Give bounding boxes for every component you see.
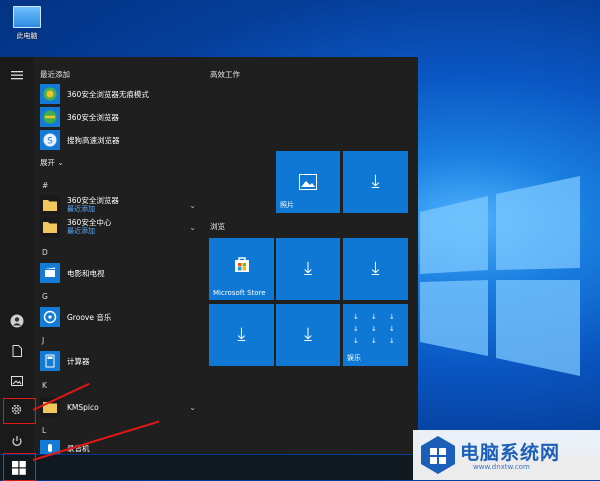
watermark: 电脑系统网 www.dnxtw.com <box>413 430 600 480</box>
group-letter[interactable]: # <box>42 181 48 190</box>
power-icon[interactable] <box>8 432 25 449</box>
app-360-browser-folder[interactable]: 360安全浏览器 最近添加 ⌄ <box>40 195 200 215</box>
tile-entertainment[interactable]: ↓ ↓ ↓ ↓ ↓ ↓ ↓ ↓ ↓ 娱乐 <box>343 304 408 366</box>
tiles-area: 高效工作 照片 ⤓ 浏览 Microsoft Store ⤓ ⤓ ⤓ ⤓ ↓ ↓ ↓… <box>200 57 418 454</box>
computer-icon <box>13 6 41 28</box>
tile-label: Microsoft Store <box>213 289 266 297</box>
documents-icon[interactable] <box>8 342 25 359</box>
360-browser-icon <box>40 107 60 127</box>
app-label: 搜狗高速浏览器 <box>67 135 120 145</box>
tile-download-4[interactable]: ⤓ <box>209 304 274 366</box>
desktop-icon-label: 此电脑 <box>16 32 38 40</box>
tile-download-1[interactable]: ⤓ <box>343 151 408 213</box>
app-label: KMSpico <box>67 402 99 412</box>
hamburger-menu-icon[interactable] <box>8 66 25 83</box>
tile-download-5[interactable]: ⤓ <box>276 304 340 366</box>
recent-header: 最近添加 <box>40 70 70 79</box>
tile-label: 照片 <box>280 201 294 209</box>
chevron-down-icon: ⌄ <box>189 200 196 210</box>
svg-text:↓: ↓ <box>371 337 377 345</box>
svg-text:S: S <box>47 137 53 147</box>
download-icon: ⤓ <box>237 324 246 345</box>
app-360-security-folder[interactable]: 360安全中心 最近添加 ⌄ <box>40 217 200 237</box>
tile-microsoft-store[interactable]: Microsoft Store <box>209 238 274 300</box>
download-icon: ⤓ <box>304 324 312 345</box>
expand-toggle[interactable]: 展开 ⌄ <box>40 157 64 168</box>
chevron-down-icon: ⌄ <box>57 158 64 167</box>
app-sublabel: 最近添加 <box>67 205 95 213</box>
pictures-icon[interactable] <box>8 372 25 389</box>
app-sogou[interactable]: S 搜狗高速浏览器 <box>40 130 200 150</box>
app-360-browser-recent[interactable]: 360安全浏览器 <box>40 107 200 127</box>
folder-icon <box>40 195 60 215</box>
tile-download-3[interactable]: ⤓ <box>343 238 408 300</box>
expand-label: 展开 <box>40 158 55 167</box>
calculator-icon <box>40 351 60 371</box>
svg-text:↓: ↓ <box>353 325 359 333</box>
tile-photos[interactable]: 照片 <box>276 151 340 213</box>
app-list: 最近添加 360安全浏览器无痕模式 360安全浏览器 S 搜狗高速浏览器 展开 … <box>34 57 200 454</box>
download-icon: ⤓ <box>304 258 312 279</box>
app-groove[interactable]: Groove 音乐 <box>40 307 200 327</box>
start-rail <box>0 57 33 454</box>
tile-group-title: 高效工作 <box>210 70 240 79</box>
app-label: Groove 音乐 <box>67 312 112 322</box>
svg-text:↓: ↓ <box>389 313 395 321</box>
wallpaper-logo <box>420 176 580 376</box>
svg-text:↓: ↓ <box>371 325 377 333</box>
photos-icon <box>299 174 317 190</box>
svg-text:↓: ↓ <box>371 313 377 321</box>
folder-icon <box>40 217 60 237</box>
app-calculator[interactable]: 计算器 <box>40 351 200 371</box>
store-bag-icon <box>234 257 249 273</box>
360-private-icon <box>40 84 60 104</box>
chevron-down-icon: ⌄ <box>189 222 196 232</box>
app-label: 电影和电视 <box>67 268 105 278</box>
app-recorder[interactable]: 录音机 <box>40 440 200 454</box>
app-kmspico-folder[interactable]: KMSpico ⌄ <box>40 397 200 417</box>
app-label: 360安全浏览器无痕模式 <box>67 89 149 99</box>
svg-text:↓: ↓ <box>353 313 359 321</box>
groove-icon <box>40 307 60 327</box>
sogou-icon: S <box>40 130 60 150</box>
download-icon: ⤓ <box>371 171 380 192</box>
film-icon <box>40 263 60 283</box>
svg-text:↓: ↓ <box>389 337 395 345</box>
app-label: 计算器 <box>67 356 90 366</box>
user-avatar-icon[interactable] <box>8 312 25 329</box>
app-sublabel: 最近添加 <box>67 227 95 235</box>
tile-download-2[interactable]: ⤓ <box>276 238 340 300</box>
download-icon: ⤓ <box>371 258 380 279</box>
app-label: 360安全浏览器 <box>67 196 119 205</box>
settings-highlight-box <box>3 398 36 424</box>
app-label: 360安全中心 <box>67 218 112 227</box>
app-movies-tv[interactable]: 电影和电视 <box>40 263 200 283</box>
start-highlight-box <box>3 453 36 481</box>
app-360-private[interactable]: 360安全浏览器无痕模式 <box>40 84 200 104</box>
mini-download-grid-icon: ↓ ↓ ↓ ↓ ↓ ↓ ↓ ↓ ↓ <box>353 313 395 345</box>
tile-label: 娱乐 <box>347 354 361 362</box>
svg-text:↓: ↓ <box>389 325 395 333</box>
group-letter[interactable]: L <box>42 426 46 435</box>
desktop-icon-this-pc[interactable]: 此电脑 <box>8 6 46 41</box>
group-letter[interactable]: G <box>42 292 48 301</box>
tile-group-title: 浏览 <box>210 222 225 231</box>
group-letter[interactable]: J <box>42 336 44 345</box>
watermark-url: www.dnxtw.com <box>473 463 530 471</box>
svg-text:↓: ↓ <box>353 337 359 345</box>
watermark-logo-icon <box>421 436 455 474</box>
watermark-title: 电脑系统网 <box>460 442 561 464</box>
chevron-down-icon: ⌄ <box>189 402 196 412</box>
group-letter[interactable]: D <box>42 248 48 257</box>
app-label: 360安全浏览器 <box>67 112 119 122</box>
group-letter[interactable]: K <box>42 381 47 390</box>
